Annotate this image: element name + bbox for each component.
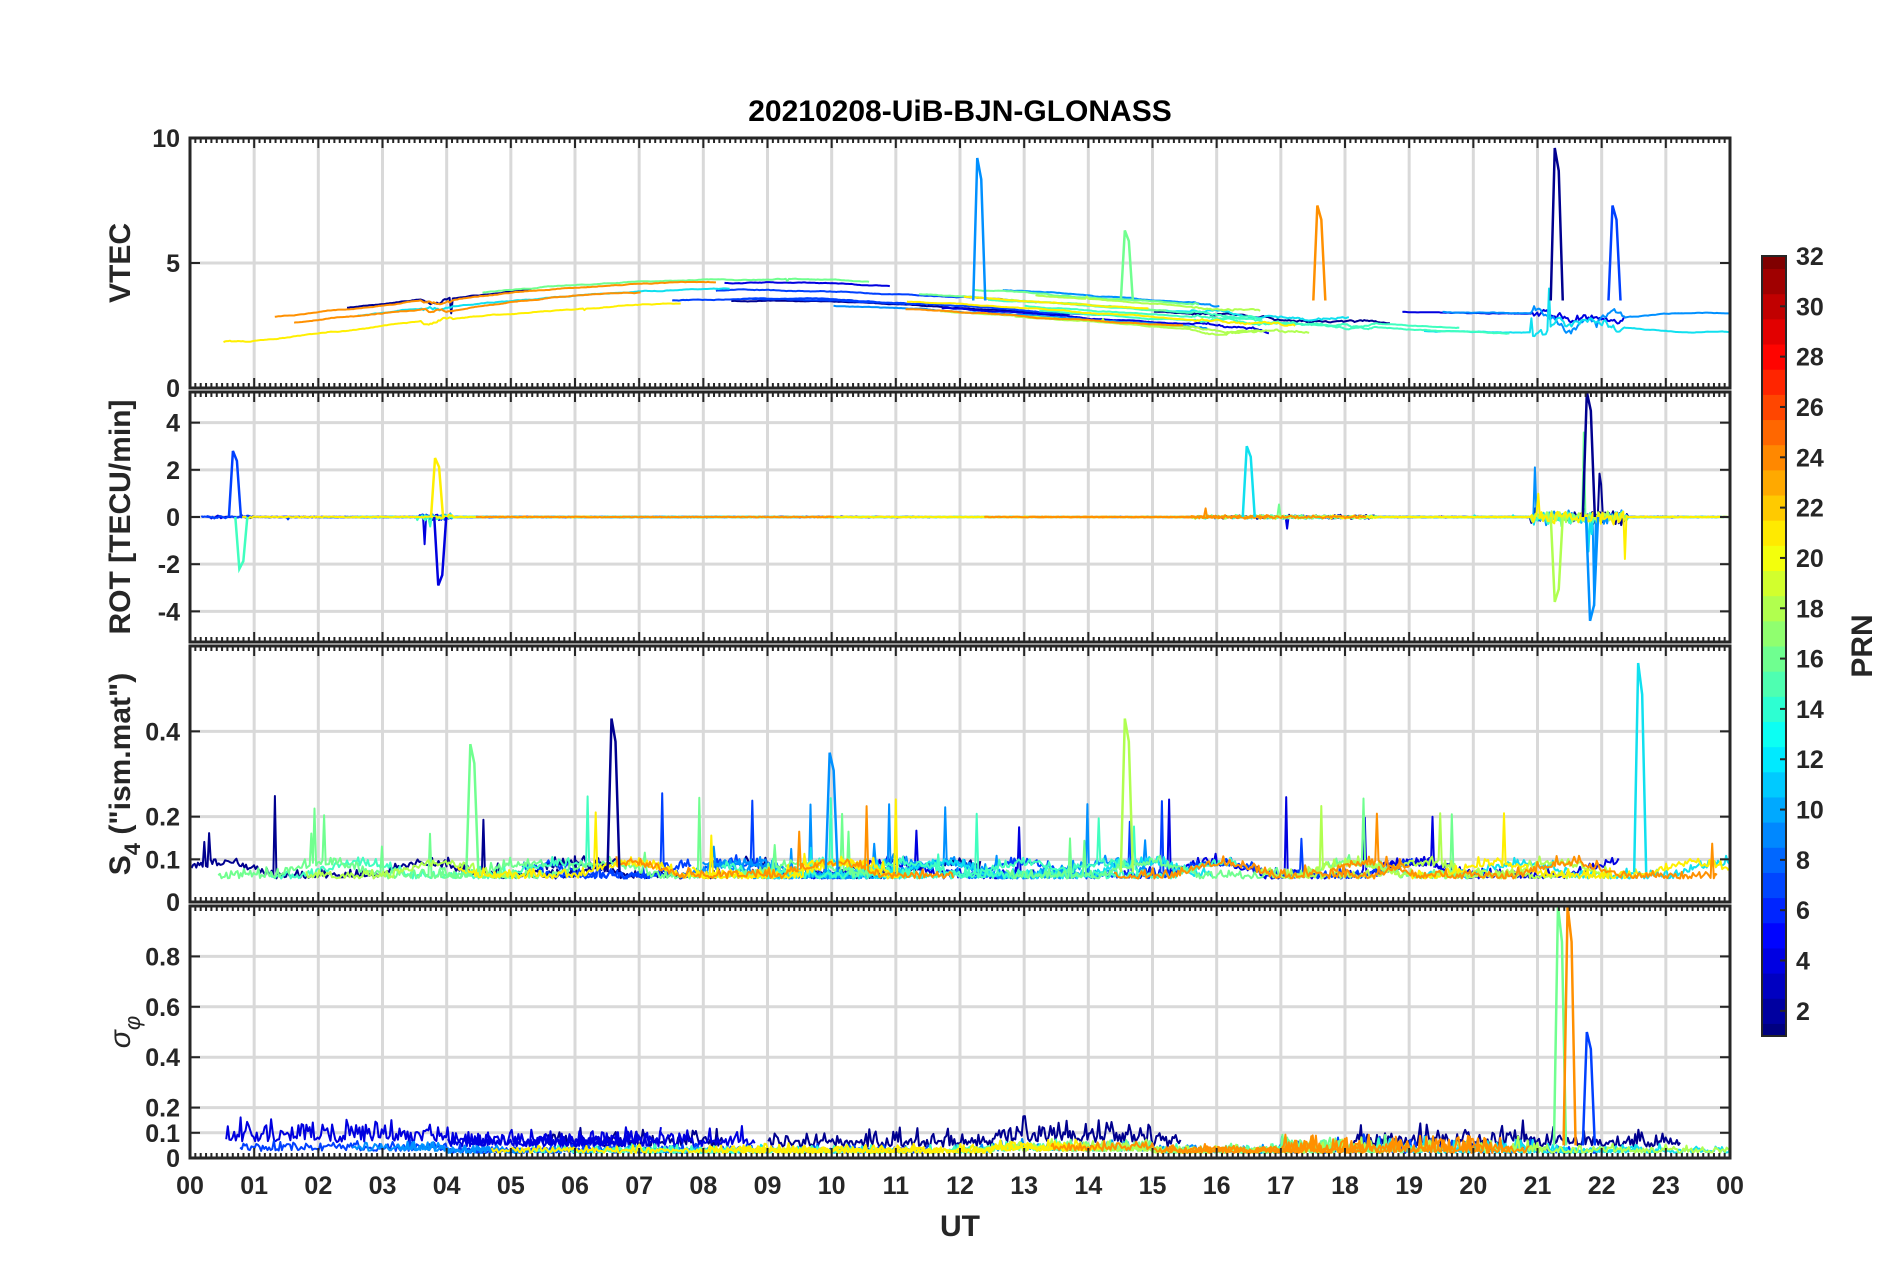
x-tick-label: 15 bbox=[1139, 1172, 1167, 1200]
x-tick-label: 21 bbox=[1524, 1172, 1552, 1200]
colorbar-tick-label: 22 bbox=[1796, 495, 1824, 523]
x-axis-label: UT bbox=[940, 1210, 980, 1243]
colorbar-segment bbox=[1762, 369, 1786, 395]
y-tick-label: 0 bbox=[166, 375, 180, 403]
x-tick-label: 00 bbox=[176, 1172, 204, 1200]
x-tick-label: 11 bbox=[883, 1172, 910, 1200]
x-tick-label: 20 bbox=[1459, 1172, 1487, 1200]
y-tick-label: 0.6 bbox=[145, 994, 180, 1022]
colorbar-segment bbox=[1762, 822, 1786, 848]
colorbar-segment bbox=[1762, 671, 1786, 697]
colorbar-tick-label: 12 bbox=[1796, 746, 1824, 774]
colorbar-tick-label: 6 bbox=[1796, 897, 1810, 925]
panels: 0510VTEC-4-2024ROT [TECU/min]00.10.20.4S… bbox=[104, 125, 1744, 1200]
x-tick-label: 18 bbox=[1331, 1172, 1359, 1200]
y-tick-label: 10 bbox=[152, 125, 180, 153]
colorbar-tick-label: 14 bbox=[1796, 696, 1824, 724]
y-tick-label: 4 bbox=[166, 410, 180, 438]
colorbar-segment bbox=[1762, 520, 1786, 546]
y-axis-label-vtec: VTEC bbox=[104, 223, 137, 303]
colorbar-segment bbox=[1762, 570, 1786, 597]
panel-vtec: 0 5 10 VTEC bbox=[104, 125, 1732, 403]
x-tick-label: 08 bbox=[689, 1172, 717, 1200]
x-tick-label: 22 bbox=[1588, 1172, 1616, 1200]
colorbar-segment bbox=[1762, 268, 1786, 295]
colorbar-segment bbox=[1762, 256, 1786, 270]
colorbar-segment bbox=[1762, 419, 1786, 446]
colorbar-segment bbox=[1762, 872, 1786, 899]
x-tick-label: 10 bbox=[818, 1172, 846, 1200]
x-tick-label: 04 bbox=[433, 1172, 461, 1200]
colorbar-segment bbox=[1762, 1023, 1786, 1037]
colorbar-tick-label: 4 bbox=[1796, 948, 1810, 976]
colorbar-tick-label: 20 bbox=[1796, 545, 1824, 573]
colorbar-tick-label: 18 bbox=[1796, 595, 1824, 623]
x-tick-label: 00 bbox=[1716, 1172, 1744, 1200]
x-tick-label: 19 bbox=[1395, 1172, 1423, 1200]
colorbar-segment bbox=[1762, 318, 1786, 345]
y-tick-label: 0.8 bbox=[145, 943, 180, 971]
x-tick-label: 12 bbox=[946, 1172, 974, 1200]
colorbar-segment bbox=[1762, 771, 1786, 798]
trace-prn-23 bbox=[475, 515, 834, 519]
y-axis-label-rot: ROT [TECU/min] bbox=[104, 400, 137, 635]
colorbar-tick-label: 26 bbox=[1796, 394, 1824, 422]
y-tick-label: 0 bbox=[166, 889, 180, 917]
x-tick-label: 02 bbox=[304, 1172, 332, 1200]
y-tick-label: 0.2 bbox=[145, 1095, 180, 1123]
y-tick-label: 0.2 bbox=[145, 804, 180, 832]
y-tick-label: 0.1 bbox=[145, 846, 180, 874]
colorbar-tick-label: 24 bbox=[1796, 444, 1824, 472]
chart-title: 20210208-UiB-BJN-GLONASS bbox=[748, 95, 1171, 128]
colorbar-tick-label: 8 bbox=[1796, 847, 1810, 875]
colorbar-tick-label: 32 bbox=[1796, 243, 1824, 271]
colorbar-label: PRN bbox=[1846, 614, 1879, 677]
y-tick-label: 5 bbox=[166, 250, 180, 278]
y-tick-label: 0.4 bbox=[145, 718, 180, 746]
colorbar-tick-label: 2 bbox=[1796, 998, 1810, 1026]
colorbar-tick-label: 16 bbox=[1796, 646, 1824, 674]
x-tick-label: 13 bbox=[1010, 1172, 1038, 1200]
x-tick-label: 05 bbox=[497, 1172, 525, 1200]
x-tick-label: 23 bbox=[1652, 1172, 1680, 1200]
y-tick-label: 2 bbox=[166, 457, 180, 485]
y-tick-label: 0.4 bbox=[145, 1044, 180, 1072]
y-tick-label: 0 bbox=[166, 504, 180, 532]
x-tick-label: 01 bbox=[240, 1172, 268, 1200]
x-tick-label: 03 bbox=[369, 1172, 397, 1200]
colorbar-tick-label: 30 bbox=[1796, 293, 1824, 321]
y-tick-label: 0.1 bbox=[145, 1120, 180, 1148]
colorbar-segment bbox=[1762, 721, 1786, 748]
y-tick-label: -2 bbox=[158, 551, 180, 579]
x-tick-label: 16 bbox=[1203, 1172, 1231, 1200]
colorbar-segment bbox=[1762, 620, 1786, 647]
colorbar-segment bbox=[1762, 922, 1786, 949]
colorbar-segment bbox=[1762, 469, 1786, 496]
colorbar-tick-label: 10 bbox=[1796, 797, 1824, 825]
panel-s4: 00.10.20.4S4 ("ism.mat") bbox=[104, 644, 1732, 917]
panel-sigma-phi: 00.10.20.40.60.8σφ bbox=[104, 904, 1732, 1173]
y-tick-label: 0 bbox=[166, 1145, 180, 1173]
x-tick-label: 17 bbox=[1267, 1172, 1295, 1200]
x-tick-label: 06 bbox=[561, 1172, 589, 1200]
x-tick-label: 09 bbox=[754, 1172, 782, 1200]
x-tick-label: 07 bbox=[625, 1172, 653, 1200]
colorbar-segment bbox=[1762, 973, 1786, 999]
panel-rot: -4 -2 0 2 4 ROT [TECU/min] bbox=[104, 390, 1732, 644]
y-tick-label: -4 bbox=[158, 598, 180, 626]
x-tick-label: 14 bbox=[1074, 1172, 1102, 1200]
colorbar-tick-label: 28 bbox=[1796, 344, 1824, 372]
figure: 20210208-UiB-BJN-GLONASS 0510VTEC-4-2024… bbox=[0, 0, 1902, 1272]
